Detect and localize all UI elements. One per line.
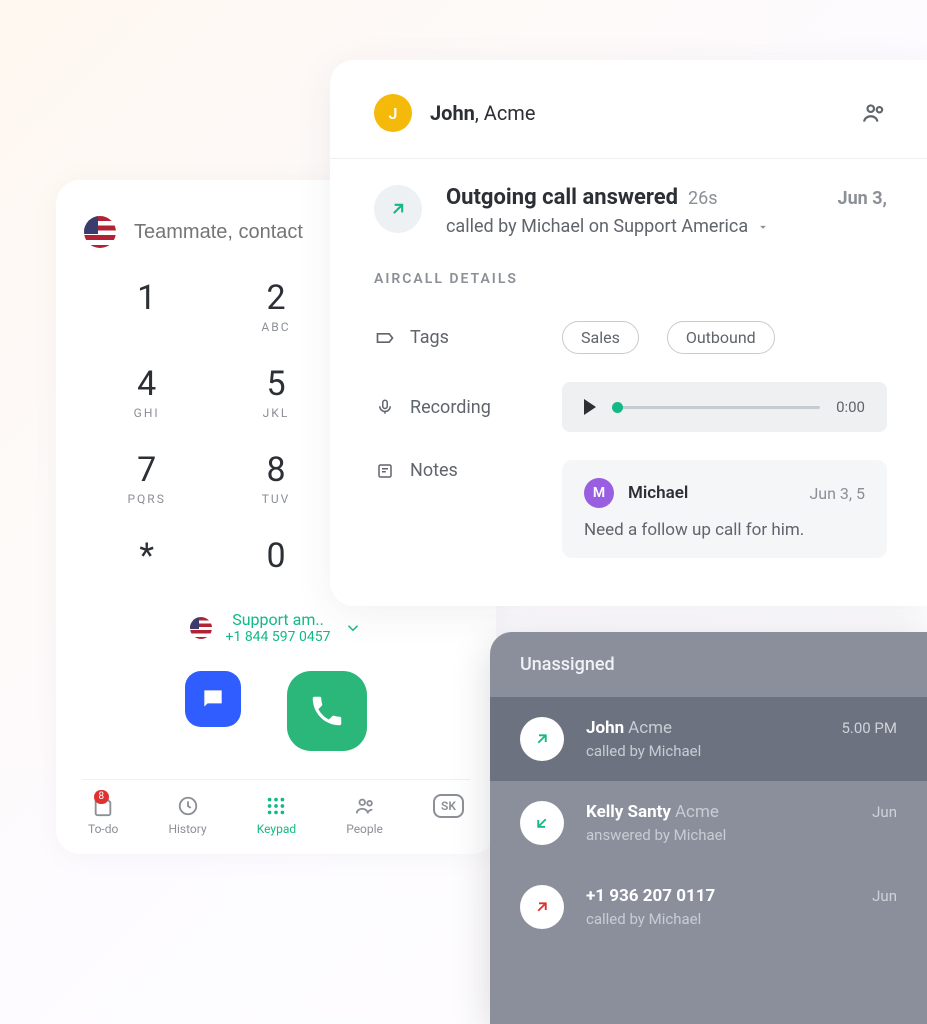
unassigned-item[interactable]: +1 936 207 0117 called by Michael Jun (490, 865, 927, 949)
microphone-icon (374, 398, 396, 416)
call-detail-card: J John, Acme Outgoing call answered 26s … (330, 60, 927, 606)
unassigned-item[interactable]: JohnAcme called by Michael 5.00 PM (490, 697, 927, 781)
recording-row: Recording 0:00 (374, 368, 927, 446)
chevron-down-icon (344, 619, 362, 637)
unassigned-header: Unassigned (490, 632, 927, 697)
note: M Michael Jun 3, 5 Need a follow up call… (562, 460, 887, 558)
event-date: Jun 3, (838, 188, 887, 209)
event-title: Outgoing call answered (446, 185, 678, 210)
item-subtitle: answered by Michael (586, 826, 850, 844)
chevron-down-icon (756, 220, 770, 234)
tags-label: Tags (410, 327, 449, 348)
call-button[interactable] (287, 671, 367, 751)
avatar: J (374, 94, 412, 132)
unassigned-panel: Unassigned JohnAcme called by Michael 5.… (490, 632, 927, 1024)
chat-button[interactable] (185, 671, 241, 727)
key-star[interactable]: * (82, 536, 211, 576)
item-time: 5.00 PM (841, 719, 897, 737)
item-time: Jun (872, 887, 897, 905)
people-icon (353, 794, 377, 818)
tab-profile[interactable]: SK (433, 794, 464, 836)
key-2[interactable]: 2ABC (211, 278, 340, 334)
contact-name: John, Acme (430, 101, 535, 125)
tab-people[interactable]: People (346, 794, 383, 836)
key-7[interactable]: 7PQRS (82, 450, 211, 506)
arrow-outgoing-icon (520, 717, 564, 761)
key-1[interactable]: 1 (82, 278, 211, 334)
call-event: Outgoing call answered 26s Jun 3, called… (374, 185, 927, 237)
us-flag-icon (190, 617, 212, 639)
tab-label: Keypad (257, 822, 296, 836)
tab-label: To-do (88, 822, 118, 836)
people-icon[interactable] (861, 100, 887, 126)
section-header: AIRCALL DETAILS (374, 271, 927, 287)
tag-icon (374, 328, 396, 348)
note-icon (374, 462, 396, 480)
tab-label: History (168, 822, 206, 836)
key-0[interactable]: 0 (211, 536, 340, 576)
line-info: Support am.. +1 844 597 0457 (226, 610, 331, 645)
arrow-outgoing-icon (520, 885, 564, 929)
play-icon[interactable] (584, 399, 596, 415)
key-4[interactable]: 4GHI (82, 364, 211, 420)
avatar: M (584, 478, 614, 508)
tabbar: 8 To-do History Keypad People SK (82, 779, 470, 836)
dial-actions (82, 671, 470, 751)
tag-chip[interactable]: Sales (562, 321, 639, 354)
recording-time: 0:00 (836, 398, 865, 416)
line-name: Support am.. (226, 610, 331, 629)
history-icon (176, 794, 200, 818)
recording-player[interactable]: 0:00 (562, 382, 887, 432)
item-time: Jun (872, 803, 897, 821)
notes-label: Notes (410, 460, 458, 481)
note-author: Michael (628, 483, 688, 503)
outbound-line-selector[interactable]: Support am.. +1 844 597 0457 (82, 610, 470, 645)
arrow-outgoing-icon (374, 185, 422, 233)
item-subtitle: called by Michael (586, 742, 819, 760)
event-subtitle-row[interactable]: called by Michael on Support America (446, 216, 887, 237)
profile-initials: SK (433, 794, 464, 818)
event-duration: 26s (688, 188, 718, 209)
tags-row: Tags Sales Outbound (374, 307, 927, 368)
arrow-incoming-icon (520, 801, 564, 845)
tab-keypad[interactable]: Keypad (257, 794, 296, 836)
todo-badge: 8 (94, 790, 110, 804)
key-8[interactable]: 8TUV (211, 450, 340, 506)
unassigned-item[interactable]: Kelly SantyAcme answered by Michael Jun (490, 781, 927, 865)
us-flag-icon[interactable] (84, 216, 116, 248)
item-subtitle: called by Michael (586, 910, 850, 928)
tag-chip[interactable]: Outbound (667, 321, 775, 354)
keypad-icon (264, 794, 288, 818)
document-icon: 8 (91, 794, 115, 818)
tab-history[interactable]: History (168, 794, 206, 836)
tab-label: People (346, 822, 383, 836)
line-number: +1 844 597 0457 (226, 629, 331, 645)
recording-track[interactable] (612, 406, 820, 409)
notes-row: Notes M Michael Jun 3, 5 Need a follow u… (374, 446, 927, 572)
note-text: Need a follow up call for him. (584, 520, 865, 540)
tab-todo[interactable]: 8 To-do (88, 794, 118, 836)
contact-header: J John, Acme (374, 94, 927, 132)
event-subtitle: called by Michael on Support America (446, 216, 748, 237)
divider (330, 158, 927, 159)
key-5[interactable]: 5JKL (211, 364, 340, 420)
recording-label: Recording (410, 397, 491, 418)
recording-knob[interactable] (612, 402, 623, 413)
note-date: Jun 3, 5 (809, 484, 865, 503)
